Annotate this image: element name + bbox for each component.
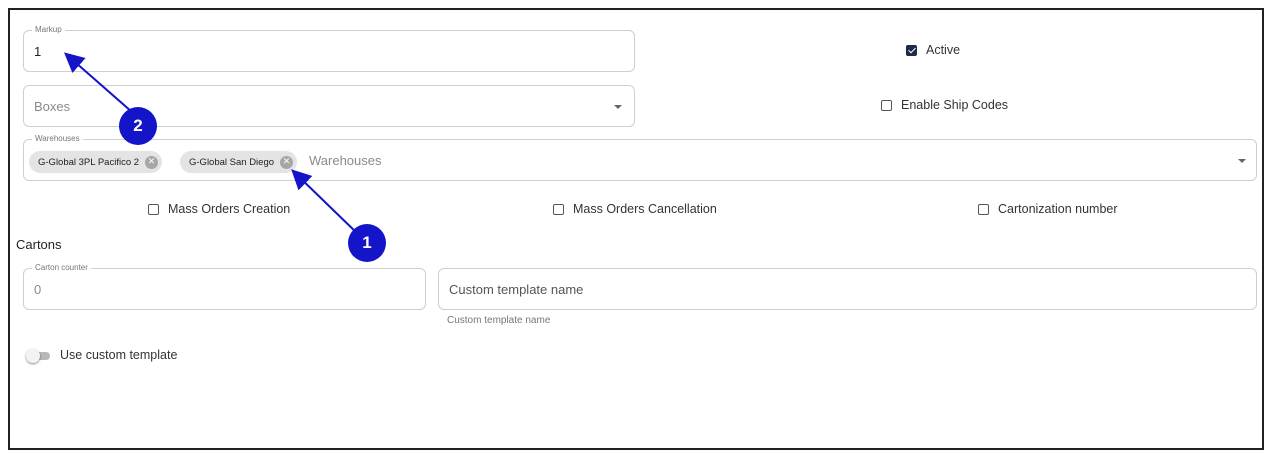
use-custom-template-toggle-row[interactable]: Use custom template [24, 346, 224, 366]
checkbox-checked-icon[interactable] [906, 44, 917, 56]
markup-value[interactable]: 1 [34, 44, 41, 59]
checkbox-icon[interactable] [881, 99, 892, 111]
custom-template-name-field[interactable]: Custom template name [438, 268, 1257, 310]
boxes-select[interactable]: Boxes [23, 85, 635, 127]
toggle-knob[interactable] [26, 349, 40, 363]
markup-label: Markup [32, 25, 65, 35]
custom-template-name-helper: Custom template name [447, 315, 551, 326]
carton-counter-label: Carton counter [32, 263, 91, 273]
mass-orders-creation-checkbox[interactable]: Mass Orders Creation [148, 202, 290, 216]
active-label: Active [926, 43, 961, 57]
cartons-title: Cartons [16, 237, 62, 252]
enable-ship-codes-checkbox[interactable]: Enable Ship Codes [881, 98, 1008, 112]
warehouses-placeholder[interactable]: Warehouses [309, 153, 382, 168]
markup-field[interactable]: Markup 1 [23, 25, 635, 72]
checkbox-icon[interactable] [553, 203, 564, 215]
enable-ship-codes-label: Enable Ship Codes [901, 98, 1009, 112]
carton-counter-field[interactable]: Carton counter 0 [23, 263, 426, 310]
mass-orders-creation-label: Mass Orders Creation [168, 202, 291, 216]
warehouse-chip[interactable]: G-Global 3PL Pacifico 2 ✕ [29, 151, 163, 173]
active-checkbox[interactable]: Active [906, 43, 960, 57]
chevron-down-icon[interactable] [1238, 159, 1246, 163]
chip-label: G-Global San Diego [189, 156, 275, 168]
warehouses-select[interactable]: Warehouses G-Global 3PL Pacifico 2 ✕ G-G… [23, 134, 1257, 181]
warehouse-chip[interactable]: G-Global San Diego ✕ [180, 151, 298, 173]
annotation-marker-2: 2 [119, 107, 157, 145]
toggle-switch[interactable] [26, 349, 50, 363]
use-custom-template-label: Use custom template [60, 348, 178, 362]
chip-label: G-Global 3PL Pacifico 2 [38, 156, 140, 168]
carton-counter-value[interactable]: 0 [34, 282, 41, 297]
cartonization-number-label: Cartonization number [998, 202, 1118, 216]
boxes-placeholder: Boxes [34, 99, 71, 114]
annotation-marker-1: 1 [348, 224, 386, 262]
mass-orders-cancellation-checkbox[interactable]: Mass Orders Cancellation [553, 202, 717, 216]
close-circle-icon[interactable]: ✕ [145, 155, 159, 169]
form-container: Markup 1 Active Boxes Enable Ship Codes … [8, 8, 1264, 450]
custom-template-name-placeholder[interactable]: Custom template name [449, 282, 583, 297]
cartonization-number-checkbox[interactable]: Cartonization number [978, 202, 1118, 216]
chevron-down-icon[interactable] [614, 105, 622, 109]
close-circle-icon[interactable]: ✕ [280, 155, 294, 169]
mass-orders-cancellation-label: Mass Orders Cancellation [573, 202, 717, 216]
checkbox-icon[interactable] [978, 203, 989, 215]
warehouses-label: Warehouses [32, 134, 83, 144]
checkbox-icon[interactable] [148, 203, 159, 215]
